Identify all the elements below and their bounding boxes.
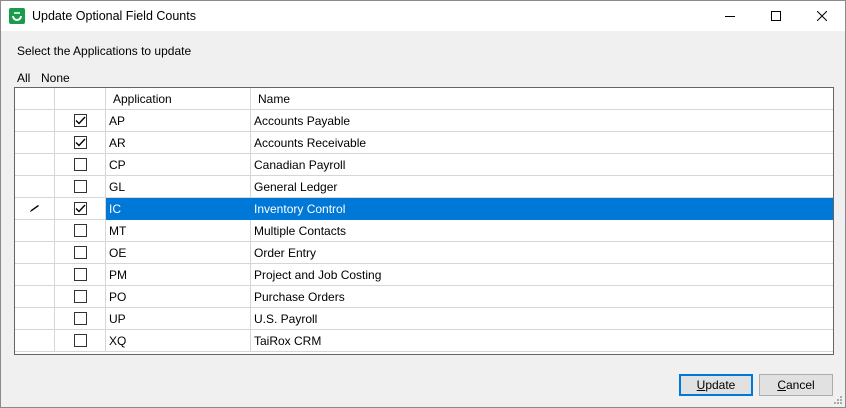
- row-header-cell[interactable]: [15, 176, 55, 198]
- maximize-button[interactable]: [753, 1, 799, 31]
- row-checkbox[interactable]: [73, 246, 87, 259]
- row-checkbox-cell: [55, 220, 106, 242]
- application-name-cell[interactable]: Accounts Receivable: [251, 132, 833, 154]
- application-code-cell[interactable]: AP: [106, 110, 251, 132]
- table-row[interactable]: GL General Ledger: [15, 176, 833, 198]
- maximize-icon: [771, 11, 781, 21]
- row-checkbox-cell: [55, 110, 106, 132]
- row-checkbox[interactable]: [73, 268, 87, 281]
- row-checkbox-cell: [55, 286, 106, 308]
- application-name-cell[interactable]: U.S. Payroll: [251, 308, 833, 330]
- table-row[interactable]: AP Accounts Payable: [15, 110, 833, 132]
- checkmark-icon: [75, 138, 86, 147]
- name-column-header[interactable]: Name: [251, 88, 833, 110]
- instruction-label: Select the Applications to update: [17, 44, 192, 58]
- row-header-cell[interactable]: [15, 220, 55, 242]
- application-name-cell[interactable]: TaiRox CRM: [251, 330, 833, 352]
- row-checkbox[interactable]: [73, 202, 87, 215]
- application-name-cell[interactable]: Canadian Payroll: [251, 154, 833, 176]
- row-checkbox-cell: [55, 176, 106, 198]
- update-label-rest: pdate: [705, 378, 736, 392]
- select-none-link[interactable]: None: [41, 71, 70, 85]
- table-row[interactable]: XQ TaiRox CRM: [15, 330, 833, 352]
- row-header-corner: [15, 88, 55, 110]
- application-name-cell[interactable]: General Ledger: [251, 176, 833, 198]
- application-code-cell[interactable]: IC: [106, 198, 251, 220]
- application-column-header[interactable]: Application: [106, 88, 251, 110]
- row-checkbox[interactable]: [73, 114, 87, 127]
- edit-pencil-icon: [29, 204, 39, 212]
- minimize-button[interactable]: [707, 1, 753, 31]
- application-code-cell[interactable]: GL: [106, 176, 251, 198]
- row-checkbox[interactable]: [73, 334, 87, 347]
- application-code-cell[interactable]: UP: [106, 308, 251, 330]
- row-header-cell[interactable]: [15, 154, 55, 176]
- select-all-link[interactable]: All: [17, 71, 30, 85]
- row-checkbox[interactable]: [73, 290, 87, 303]
- row-checkbox[interactable]: [73, 224, 87, 237]
- grid-header-row: Application Name: [15, 88, 833, 110]
- application-code-cell[interactable]: PO: [106, 286, 251, 308]
- application-code-cell[interactable]: PM: [106, 264, 251, 286]
- application-name-cell[interactable]: Project and Job Costing: [251, 264, 833, 286]
- table-row[interactable]: MT Multiple Contacts: [15, 220, 833, 242]
- table-row[interactable]: AR Accounts Receivable: [15, 132, 833, 154]
- application-name-cell[interactable]: Multiple Contacts: [251, 220, 833, 242]
- application-name-cell[interactable]: Purchase Orders: [251, 286, 833, 308]
- update-mnemonic: U: [696, 378, 706, 392]
- close-button[interactable]: [799, 1, 845, 31]
- dialog-window: Update Optional Field Counts Select the …: [0, 0, 846, 408]
- update-button[interactable]: Update: [679, 374, 753, 396]
- minimize-icon: [725, 16, 735, 17]
- checkbox-column-header[interactable]: [55, 88, 106, 110]
- row-checkbox[interactable]: [73, 312, 87, 325]
- row-checkbox-cell: [55, 154, 106, 176]
- checkmark-icon: [75, 116, 86, 125]
- row-checkbox[interactable]: [73, 158, 87, 171]
- table-row[interactable]: OE Order Entry: [15, 242, 833, 264]
- resize-grip-icon[interactable]: [833, 395, 843, 405]
- window-title: Update Optional Field Counts: [32, 9, 196, 23]
- row-checkbox-cell: [55, 308, 106, 330]
- application-name-cell[interactable]: Inventory Control: [251, 198, 833, 220]
- row-header-cell[interactable]: [15, 198, 55, 220]
- application-name-cell[interactable]: Order Entry: [251, 242, 833, 264]
- row-header-cell[interactable]: [15, 330, 55, 352]
- row-header-cell[interactable]: [15, 242, 55, 264]
- applications-grid[interactable]: Application Name AP Accounts Payable AR Acc…: [14, 87, 834, 355]
- row-checkbox-cell: [55, 264, 106, 286]
- close-icon: [817, 11, 827, 21]
- application-code-cell[interactable]: OE: [106, 242, 251, 264]
- application-code-cell[interactable]: CP: [106, 154, 251, 176]
- cancel-label-rest: ancel: [785, 378, 815, 392]
- application-code-cell[interactable]: XQ: [106, 330, 251, 352]
- table-row[interactable]: CP Canadian Payroll: [15, 154, 833, 176]
- row-header-cell[interactable]: [15, 264, 55, 286]
- row-checkbox-cell: [55, 330, 106, 352]
- row-header-cell[interactable]: [15, 110, 55, 132]
- title-bar[interactable]: Update Optional Field Counts: [1, 1, 845, 31]
- row-header-cell[interactable]: [15, 286, 55, 308]
- row-header-cell[interactable]: [15, 308, 55, 330]
- application-name-cell[interactable]: Accounts Payable: [251, 110, 833, 132]
- table-row[interactable]: PO Purchase Orders: [15, 286, 833, 308]
- table-row[interactable]: IC Inventory Control: [15, 198, 833, 220]
- app-logo-icon: [9, 8, 25, 24]
- row-checkbox-cell: [55, 198, 106, 220]
- table-row[interactable]: PM Project and Job Costing: [15, 264, 833, 286]
- application-code-cell[interactable]: AR: [106, 132, 251, 154]
- application-code-cell[interactable]: MT: [106, 220, 251, 242]
- row-checkbox-cell: [55, 242, 106, 264]
- checkmark-icon: [75, 204, 86, 213]
- table-row[interactable]: UP U.S. Payroll: [15, 308, 833, 330]
- row-checkbox[interactable]: [73, 180, 87, 193]
- row-header-cell[interactable]: [15, 132, 55, 154]
- row-checkbox[interactable]: [73, 136, 87, 149]
- row-checkbox-cell: [55, 132, 106, 154]
- cancel-mnemonic: C: [777, 378, 786, 392]
- cancel-button[interactable]: Cancel: [759, 374, 833, 396]
